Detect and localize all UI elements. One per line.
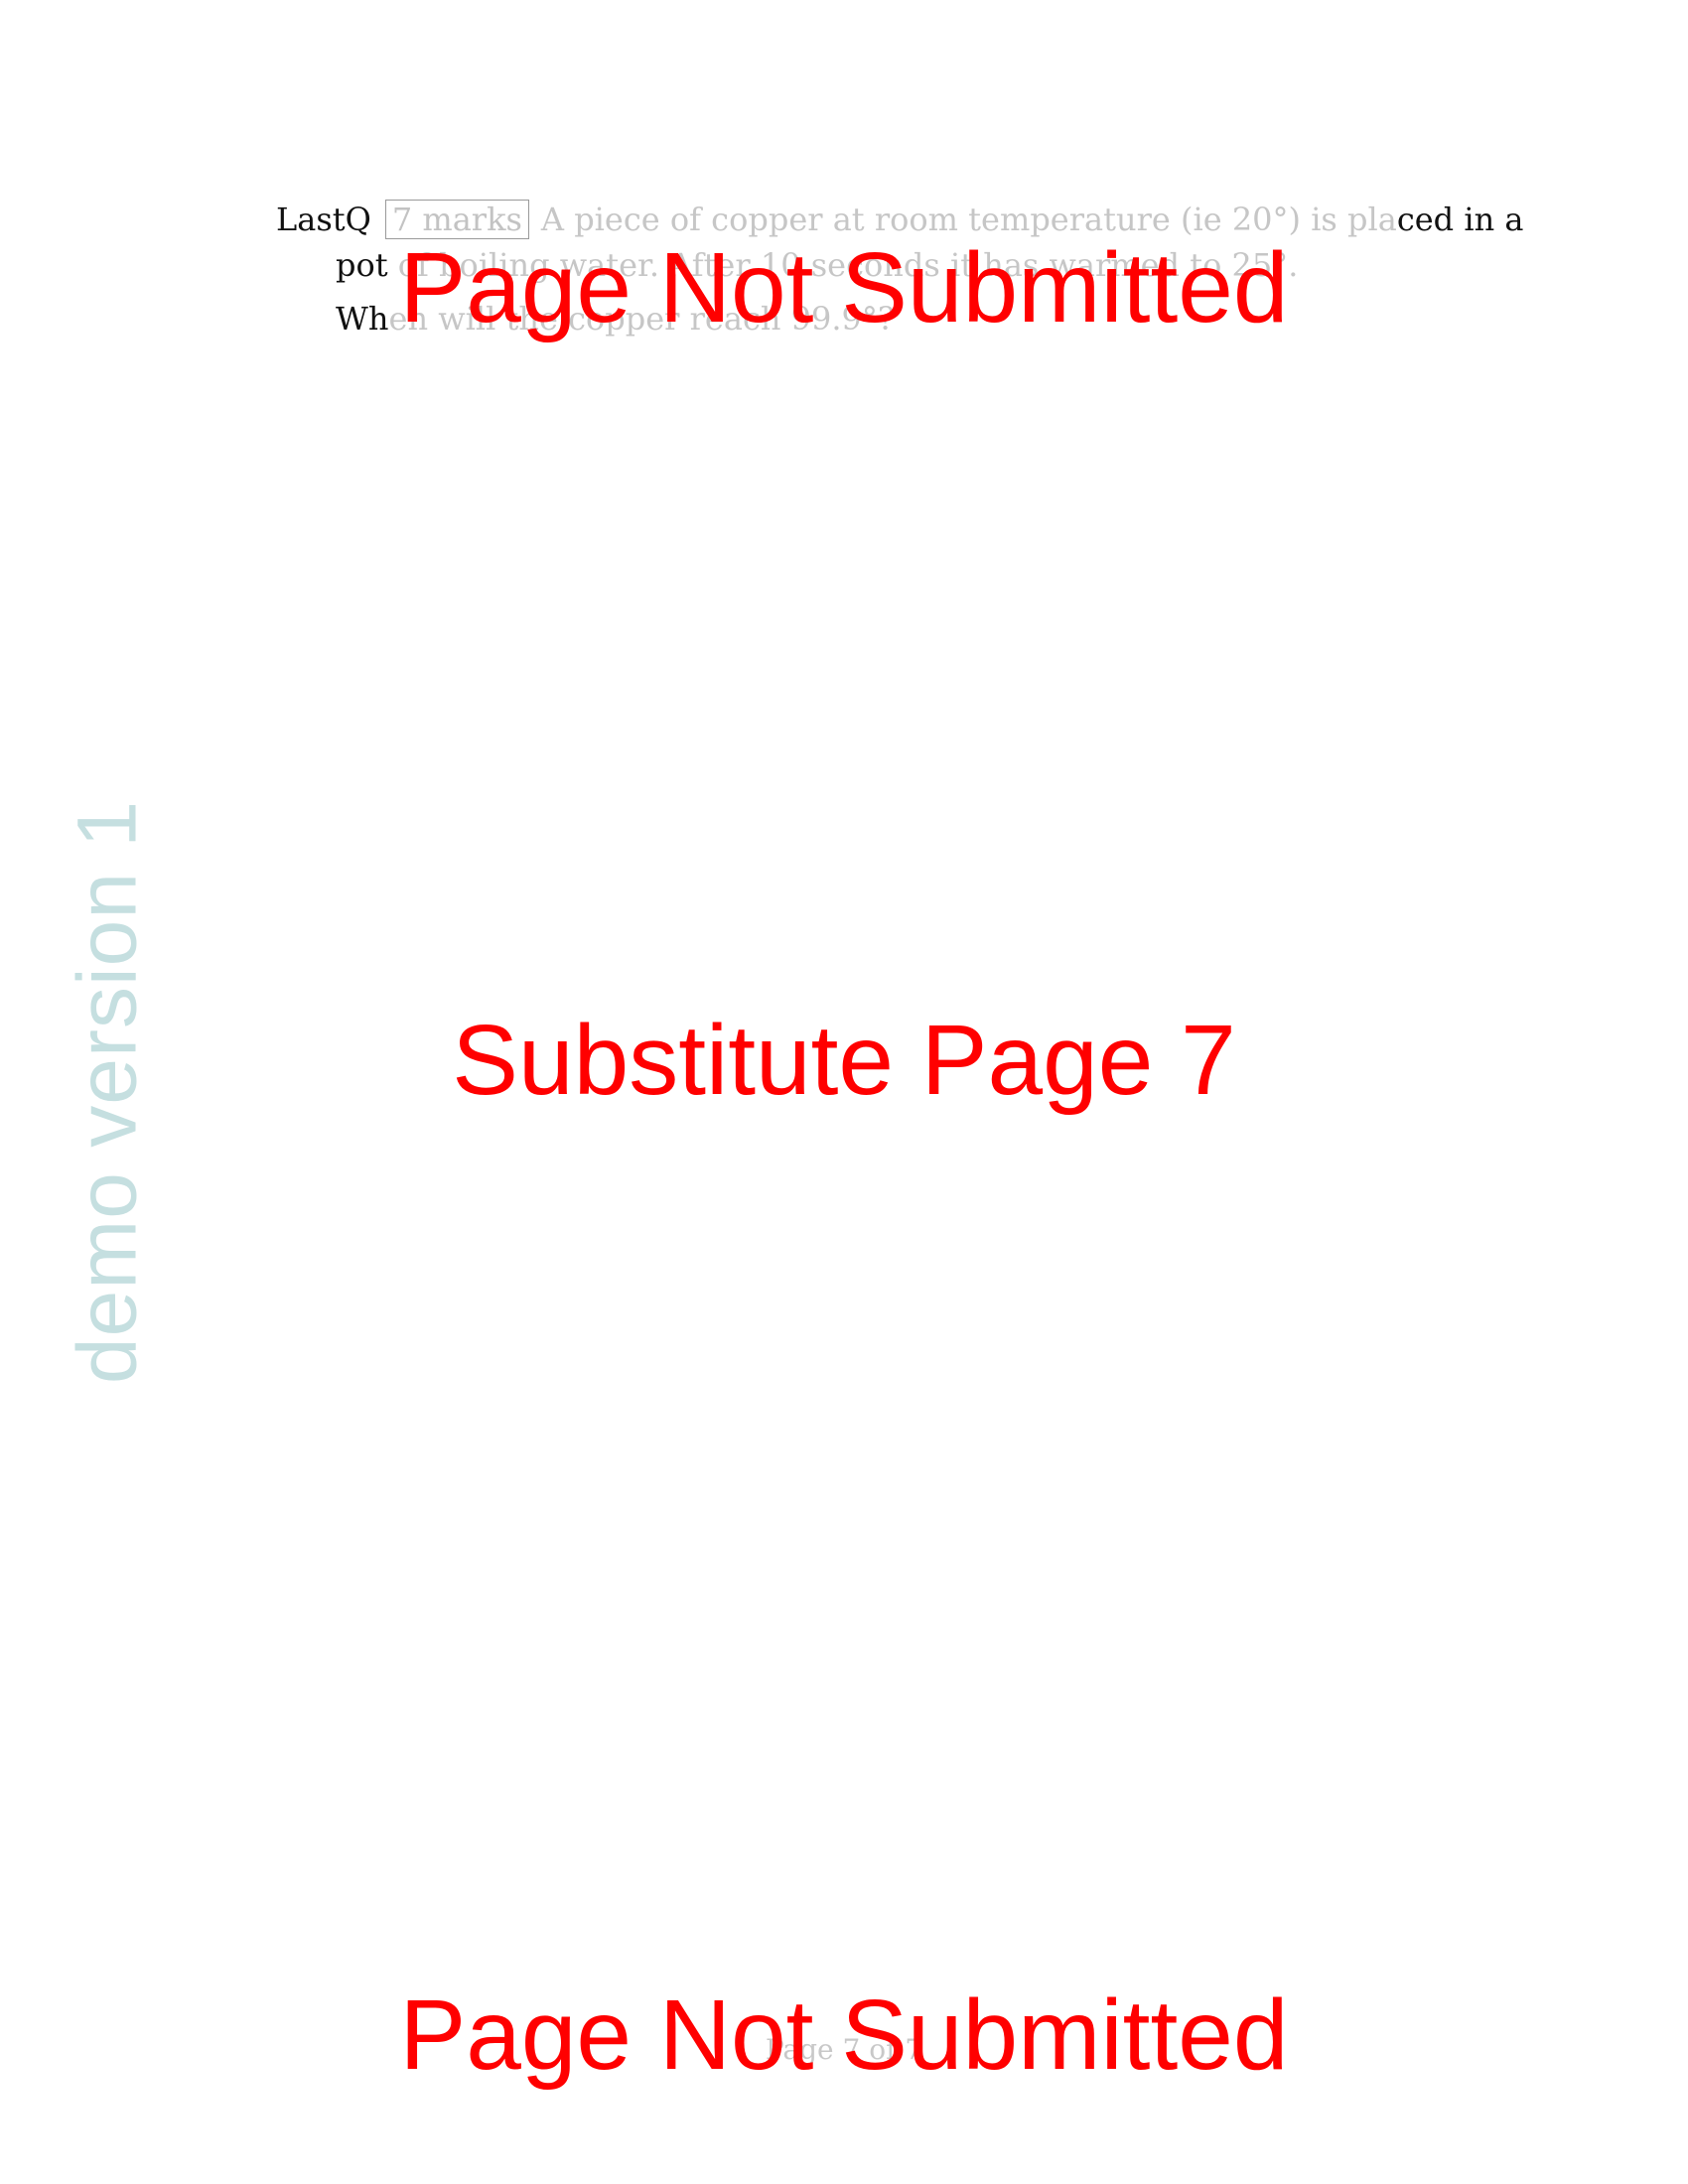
exam-page: LastQ 7 marks A piece of copper at room te… bbox=[0, 0, 1688, 2184]
substitute-page-stamp: Substitute Page 7 bbox=[452, 1005, 1236, 1116]
question-text-dark-1: ced in a bbox=[1396, 201, 1524, 238]
page-not-submitted-stamp-top: Page Not Submitted bbox=[399, 232, 1289, 343]
question-label: LastQ bbox=[276, 201, 371, 238]
page-not-submitted-stamp-bottom: Page Not Submitted bbox=[399, 1979, 1289, 2091]
